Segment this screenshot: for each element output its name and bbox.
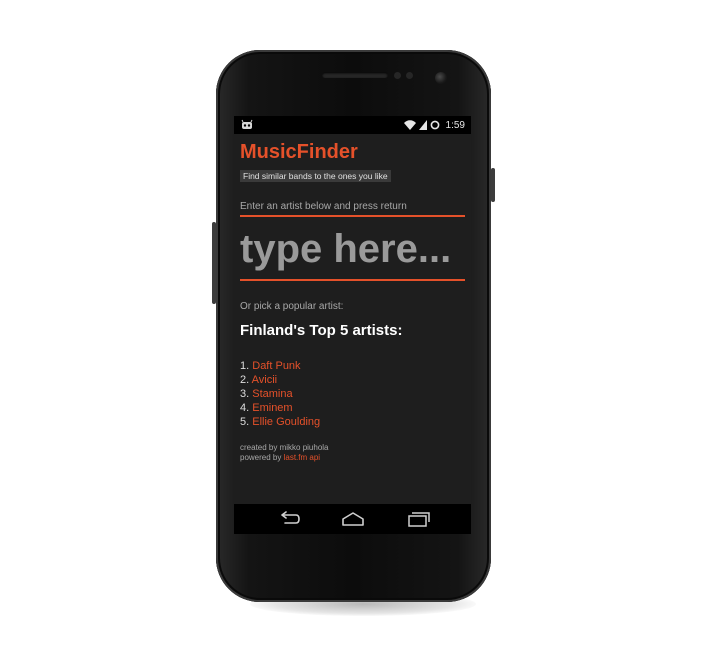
list-item: 4. Eminem	[240, 401, 465, 415]
music-finder-app: MusicFinder Find similar bands to the on…	[240, 140, 465, 463]
status-icons: 1:59	[403, 119, 465, 131]
status-time: 1:59	[445, 119, 465, 131]
phone-device: 1:59 MusicFinder Find similar bands to t…	[212, 50, 495, 602]
sensor-dot	[406, 72, 413, 79]
credit-author: created by mikko piuhola	[240, 443, 329, 452]
top-artists-list: 1. Daft Punk 2. Avicii 3. Stamina 4. Emi…	[240, 359, 465, 429]
list-item: 3. Stamina	[240, 387, 465, 401]
front-camera	[435, 72, 447, 84]
divider-bottom	[240, 279, 465, 281]
signal-icon	[418, 120, 427, 130]
list-number: 2.	[240, 374, 250, 386]
sensor-dot	[394, 72, 401, 79]
app-subtitle: Find similar bands to the ones you like	[240, 170, 391, 182]
artist-link-avicii[interactable]: Avicii	[252, 374, 277, 386]
search-prompt: Enter an artist below and press return	[240, 201, 407, 212]
phone-screen: 1:59 MusicFinder Find similar bands to t…	[234, 116, 471, 534]
lastfm-api-link[interactable]: last.fm api	[284, 453, 320, 462]
recents-icon[interactable]	[406, 511, 430, 527]
power-button	[491, 168, 495, 202]
sync-icon	[430, 120, 439, 130]
artist-link-eminem[interactable]: Eminem	[252, 402, 292, 414]
navigation-bar	[234, 504, 471, 534]
home-icon[interactable]	[341, 511, 365, 527]
list-number: 3.	[240, 388, 250, 400]
wifi-icon	[403, 120, 416, 130]
list-number: 1.	[240, 360, 250, 372]
artist-link-ellie-goulding[interactable]: Ellie Goulding	[252, 416, 320, 428]
divider-top	[240, 215, 465, 217]
credit-powered-label: powered by	[240, 453, 282, 462]
volume-button	[212, 222, 216, 304]
list-item: 2. Avicii	[240, 373, 465, 387]
credits: created by mikko piuhola powered by last…	[240, 443, 465, 463]
list-item: 5. Ellie Goulding	[240, 415, 465, 429]
list-number: 5.	[240, 416, 250, 428]
android-notification-icon	[241, 119, 253, 129]
app-title: MusicFinder	[240, 141, 358, 163]
earpiece-speaker	[322, 72, 388, 78]
list-number: 4.	[240, 402, 250, 414]
artist-link-stamina[interactable]: Stamina	[252, 388, 292, 400]
artist-link-daft-punk[interactable]: Daft Punk	[252, 360, 300, 372]
back-icon[interactable]	[276, 511, 300, 527]
credit-powered: powered by last.fm api	[240, 453, 465, 463]
list-item: 1. Daft Punk	[240, 359, 465, 373]
top-artists-heading: Finland's Top 5 artists:	[240, 322, 403, 339]
artist-search-input[interactable]	[240, 225, 465, 273]
popular-artist-hint: Or pick a popular artist:	[240, 301, 344, 312]
status-bar: 1:59	[234, 116, 471, 134]
